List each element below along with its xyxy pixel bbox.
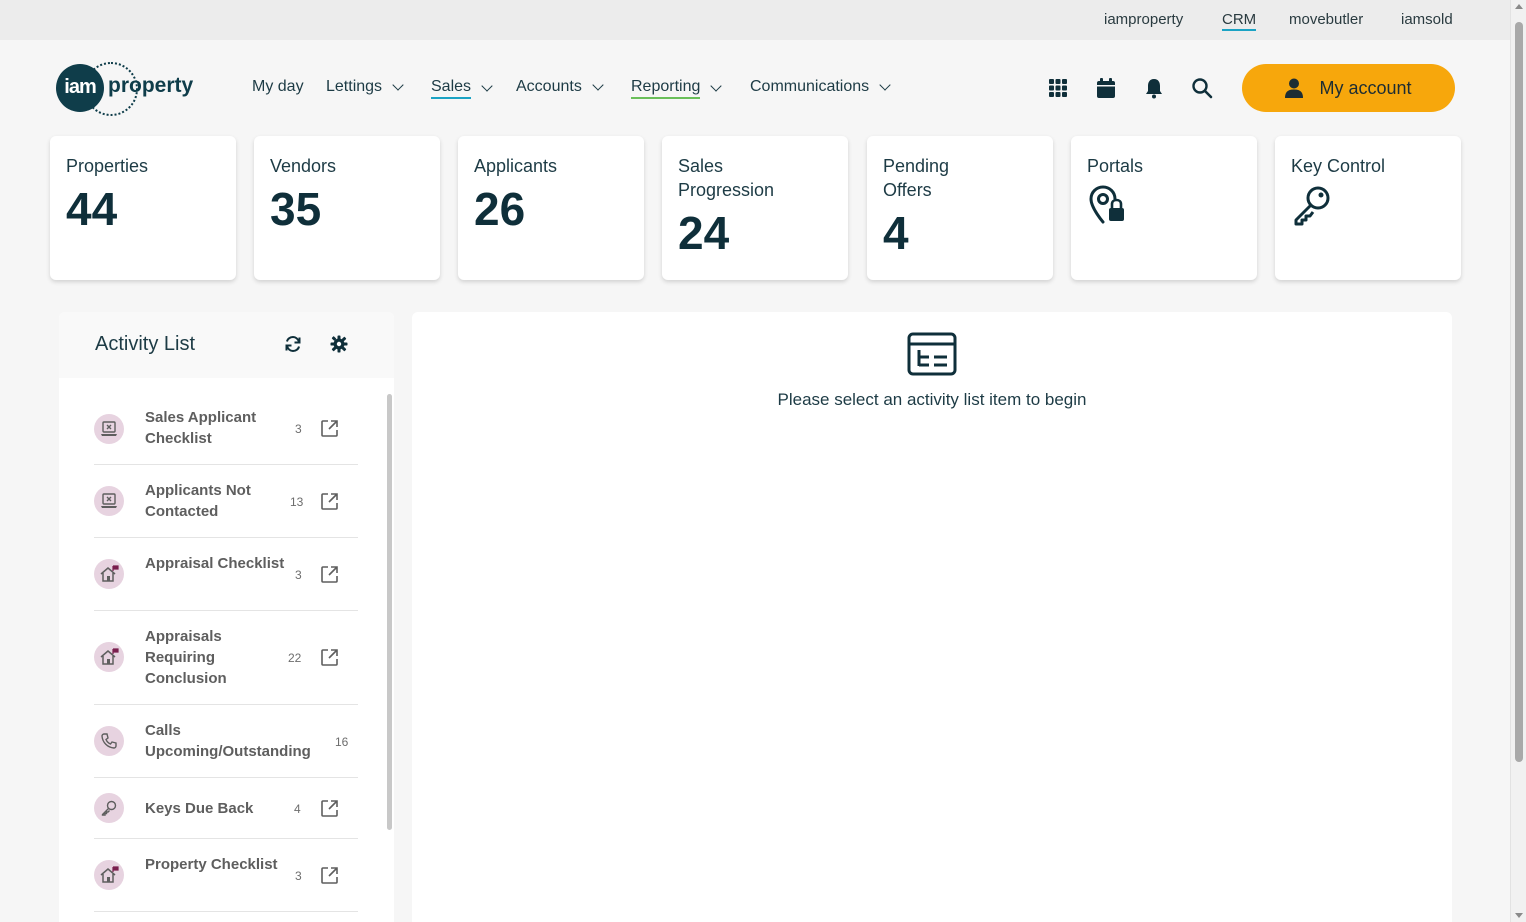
activity-item-appraisal-checklist[interactable]: Appraisal Checklist 3: [94, 538, 358, 611]
activity-item-count: 4: [294, 802, 301, 816]
nav-reporting-label: Reporting: [631, 78, 701, 99]
nav-accounts-label: Accounts: [516, 78, 582, 95]
nav-lettings[interactable]: Lettings: [326, 78, 404, 96]
card-title: Properties: [66, 156, 149, 176]
activity-item-applicants-not-contacted[interactable]: Applicants Not Contacted 13: [94, 465, 358, 538]
activity-item-label: Keys Due Back: [145, 800, 254, 817]
activity-item-count: 22: [288, 651, 302, 665]
activity-detail-panel: Please select an activity list item to b…: [412, 312, 1452, 922]
card-applicants[interactable]: Applicants 26: [458, 136, 644, 280]
scroll-up-arrow-icon[interactable]: [1515, 4, 1523, 9]
card-count: 24: [678, 207, 730, 259]
brand-link-iamsold[interactable]: iamsold: [1401, 11, 1453, 28]
card-portals[interactable]: Portals: [1071, 136, 1257, 280]
chevron-down-icon: [481, 80, 493, 92]
external-link-icon[interactable]: [320, 866, 339, 885]
chevron-down-icon: [592, 78, 604, 91]
empty-state-message: Please select an activity list item to b…: [777, 390, 1087, 409]
phone-icon: [94, 726, 124, 756]
calendar-icon[interactable]: [1095, 77, 1117, 99]
key-icon: [1294, 186, 1330, 226]
nav-sales[interactable]: Sales: [431, 78, 493, 99]
card-sales-progression[interactable]: Sales Progression 24: [662, 136, 848, 280]
nav-communications-label: Communications: [750, 78, 870, 95]
activity-item-label: Property Checklist: [145, 856, 278, 873]
brand-link-crm[interactable]: CRM: [1222, 11, 1257, 31]
nav-reporting[interactable]: Reporting: [631, 78, 723, 99]
card-title: Pending Offers: [883, 156, 950, 200]
laptop-x-icon: [94, 486, 124, 516]
logo-word: property: [108, 74, 194, 97]
card-properties[interactable]: Properties 44: [50, 136, 236, 280]
main-header: iam property My day Lettings Sales Accou…: [0, 40, 1510, 136]
chevron-down-icon: [879, 78, 891, 91]
location-lock-icon: [1089, 185, 1124, 224]
card-count: 26: [474, 183, 526, 235]
activity-item-label: Applicants Not Contacted: [145, 482, 251, 520]
scroll-down-arrow-icon[interactable]: [1515, 913, 1523, 918]
my-account-button[interactable]: My account: [1242, 64, 1455, 112]
card-title: Sales Progression: [678, 156, 775, 200]
activity-item-label: Appraisals Requiring Conclusion: [145, 628, 227, 687]
settings-gear-icon[interactable]: [330, 335, 348, 353]
nav-my-day[interactable]: My day: [252, 78, 304, 96]
activity-item-count: 13: [290, 495, 304, 509]
chevron-down-icon: [392, 78, 404, 91]
nav-sales-label: Sales: [431, 78, 472, 99]
card-title: Vendors: [270, 156, 337, 176]
activity-list-panel: Activity List Sales Applicant Checklist …: [59, 312, 394, 922]
external-link-icon[interactable]: [320, 419, 339, 438]
activity-item-label: Appraisal Checklist: [145, 555, 285, 572]
nav-accounts[interactable]: Accounts: [516, 78, 604, 96]
brand-bar: iamproperty CRM movebutler iamsold: [0, 0, 1510, 40]
page-scrollbar[interactable]: [1510, 0, 1526, 922]
external-link-icon[interactable]: [320, 648, 339, 667]
my-account-label: My account: [1319, 77, 1412, 98]
scrollbar-thumb[interactable]: [1515, 22, 1523, 762]
activity-list-title: Activity List: [95, 333, 196, 355]
activity-item-label: Sales Applicant Checklist: [145, 409, 257, 447]
key-icon: [94, 793, 124, 823]
activity-item-count: 3: [295, 568, 302, 582]
card-count: 44: [66, 183, 118, 235]
nav-communications[interactable]: Communications: [750, 78, 891, 96]
card-title: Portals: [1087, 156, 1144, 176]
search-icon[interactable]: [1191, 77, 1213, 99]
activity-item-property-checklist[interactable]: Property Checklist 3: [94, 839, 358, 912]
activity-item-keys-due-back[interactable]: Keys Due Back 4: [94, 778, 358, 839]
house-flag-icon: [94, 642, 124, 672]
bell-icon[interactable]: [1143, 77, 1165, 99]
activity-item-count: 3: [295, 422, 302, 436]
chevron-down-icon: [710, 80, 723, 92]
list-card-icon: [907, 332, 957, 376]
nav-lettings-label: Lettings: [326, 78, 383, 95]
laptop-x-icon: [94, 414, 124, 444]
user-icon: [1285, 78, 1304, 98]
card-count: 4: [883, 207, 909, 259]
brand-link-movebutler[interactable]: movebutler: [1289, 11, 1363, 28]
card-pending-offers[interactable]: Pending Offers 4: [867, 136, 1053, 280]
refresh-icon[interactable]: [284, 335, 302, 353]
activity-list-scrollbar[interactable]: [387, 394, 392, 830]
nav-my-day-label: My day: [252, 78, 304, 95]
activity-item-count: 3: [295, 869, 302, 883]
card-count: 35: [270, 183, 322, 235]
external-link-icon[interactable]: [320, 492, 339, 511]
activity-item-label: Calls Upcoming/Outstanding: [145, 722, 311, 760]
brand-link-iamproperty[interactable]: iamproperty: [1104, 11, 1183, 28]
house-flag-icon: [94, 559, 124, 589]
logo-bubble: iam: [56, 64, 104, 112]
card-key-control[interactable]: Key Control: [1275, 136, 1461, 280]
activity-item-calls-upcoming-outstanding[interactable]: Calls Upcoming/Outstanding 16: [94, 705, 358, 778]
card-title: Applicants: [474, 156, 558, 176]
house-flag-icon: [94, 860, 124, 890]
apps-grid-icon[interactable]: [1047, 77, 1069, 99]
external-link-icon[interactable]: [320, 799, 339, 818]
card-vendors[interactable]: Vendors 35: [254, 136, 440, 280]
external-link-icon[interactable]: [320, 565, 339, 584]
activity-item-count: 16: [335, 735, 349, 749]
activity-item-sales-applicant-checklist[interactable]: Sales Applicant Checklist 3: [94, 394, 358, 465]
card-title: Key Control: [1291, 156, 1386, 176]
activity-item-appraisals-requiring-conclusion[interactable]: Appraisals Requiring Conclusion 22: [94, 611, 358, 705]
